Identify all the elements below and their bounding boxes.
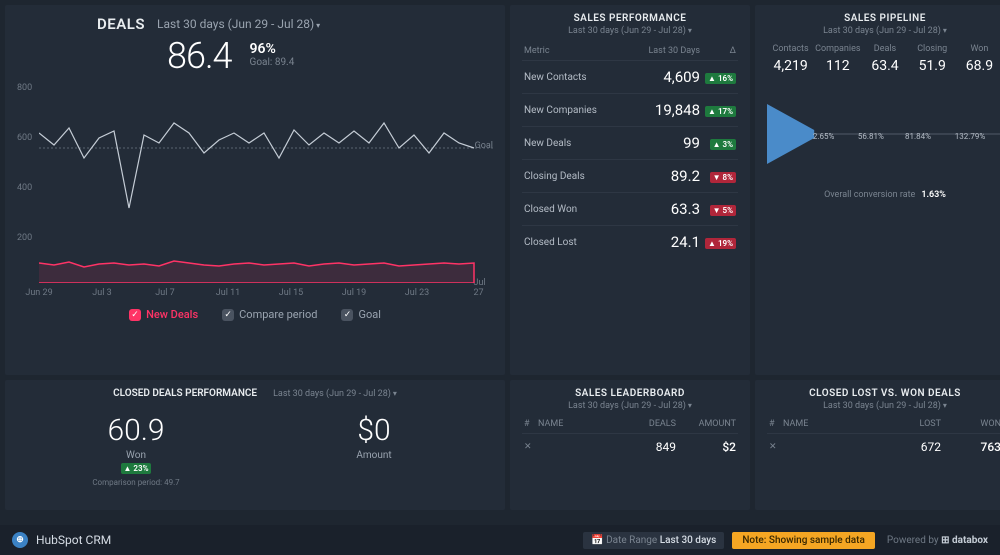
- closed-won-value: 60.9: [17, 413, 255, 448]
- perf-row: New Deals99▲ 3%: [522, 126, 738, 159]
- closed-comparison: Comparison period: 49.7: [17, 478, 255, 487]
- legend-compare[interactable]: ✓Compare period: [222, 308, 317, 321]
- pipe-col: Deals: [861, 44, 908, 54]
- app-logo-icon: ⊕: [12, 532, 28, 548]
- powered-by: Powered by ⊞ databox: [887, 535, 988, 546]
- deals-goal: Goal: 89.4: [250, 57, 295, 68]
- pipe-col: Won: [956, 44, 1000, 54]
- closed-won-label: Won: [17, 450, 255, 461]
- col-rank: #: [769, 419, 783, 429]
- col-name: NAME: [538, 419, 616, 429]
- lostwon-range-selector[interactable]: Last 30 days (Jun 29 - Jul 28): [767, 401, 1000, 411]
- deals-chart: 800 600 400 200 Goal Jun 29 Jul 3 Jul 7 …: [17, 83, 493, 298]
- pipe-range-selector[interactable]: Last 30 days (Jun 29 - Jul 28): [767, 26, 1000, 36]
- ytick: 600: [17, 133, 32, 143]
- closed-amount-value: $0: [255, 413, 493, 448]
- col-won: WON: [941, 419, 1000, 429]
- ytick: 200: [17, 233, 32, 243]
- pipe-val: 68.9: [956, 58, 1000, 74]
- perf-row: Closing Deals89.2▼ 8%: [522, 159, 738, 192]
- perf-row: New Contacts4,609▲ 16%: [522, 60, 738, 93]
- sample-data-badge: Note: Showing sample data: [732, 532, 875, 549]
- leaderboard-card: SALES LEADERBOARD Last 30 days (Jun 29 -…: [510, 380, 750, 510]
- closed-won-delta: ▲ 23%: [121, 463, 152, 474]
- perf-title: SALES PERFORMANCE: [522, 13, 738, 24]
- pipe-col: Companies: [814, 44, 861, 54]
- pipeline-funnel: 2.65% 56.81% 81.84% 132.79%: [767, 94, 1000, 174]
- sales-pipeline-card: SALES PIPELINE Last 30 days (Jun 29 - Ju…: [755, 5, 1000, 375]
- deals-pct: 96%: [250, 41, 295, 57]
- xtick: Jun 29: [25, 288, 52, 298]
- col-name: NAME: [783, 419, 881, 429]
- deals-title: DEALS: [97, 15, 145, 33]
- xtick: Jul 27: [474, 278, 487, 298]
- xtick: Jul 19: [342, 288, 366, 298]
- leader-title: SALES LEADERBOARD: [522, 388, 738, 399]
- lostwon-title: CLOSED LOST VS. WON DEALS: [767, 388, 1000, 399]
- funnel-pct: 2.65%: [813, 132, 834, 141]
- closed-range-selector[interactable]: Last 30 days (Jun 29 - Jul 28): [273, 389, 397, 399]
- funnel-pct: 81.84%: [905, 132, 931, 141]
- ytick: 400: [17, 183, 32, 193]
- col-amount: AMOUNT: [676, 419, 736, 429]
- closed-deals-card: CLOSED DEALS PERFORMANCE Last 30 days (J…: [5, 380, 505, 510]
- deals-card: DEALS Last 30 days (Jun 29 - Jul 28) 86.…: [5, 5, 505, 375]
- table-row: ✕ 849 $2: [522, 433, 738, 460]
- ytick: 800: [17, 83, 32, 93]
- perf-row: Closed Won63.3▼ 5%: [522, 192, 738, 225]
- col-last: Last 30 Days: [630, 46, 700, 56]
- col-rank: #: [524, 419, 538, 429]
- legend-new-deals[interactable]: ✓New Deals: [129, 308, 198, 321]
- funnel-pct: 132.79%: [955, 132, 985, 141]
- deals-range-selector[interactable]: Last 30 days (Jun 29 - Jul 28): [157, 17, 320, 31]
- pipe-val: 51.9: [909, 58, 956, 74]
- date-range-selector[interactable]: 📅 Date Range Last 30 days: [583, 532, 724, 549]
- col-deals: DEALS: [616, 419, 676, 429]
- deals-value: 86.4: [167, 35, 232, 77]
- pipe-title: SALES PIPELINE: [767, 13, 1000, 24]
- col-delta: Δ: [700, 46, 736, 56]
- app-name: HubSpot CRM: [36, 533, 111, 547]
- pipe-val: 112: [814, 58, 861, 74]
- closed-amount-label: Amount: [255, 450, 493, 461]
- perf-range-selector[interactable]: Last 30 days (Jun 29 - Jul 28): [522, 26, 738, 36]
- footer: ⊕ HubSpot CRM 📅 Date Range Last 30 days …: [0, 525, 1000, 555]
- col-lost: LOST: [881, 419, 941, 429]
- overall-conversion: Overall conversion rate1.63%: [767, 190, 1000, 200]
- lost-won-card: CLOSED LOST VS. WON DEALS Last 30 days (…: [755, 380, 1000, 510]
- pipe-val: 63.4: [861, 58, 908, 74]
- pipe-col: Contacts: [767, 44, 814, 54]
- pipe-col: Closing: [909, 44, 956, 54]
- xtick: Jul 23: [405, 288, 429, 298]
- table-row: ✕ 672 763: [767, 433, 1000, 460]
- perf-row: New Companies19,848▲ 17%: [522, 93, 738, 126]
- funnel-pct: 56.81%: [858, 132, 884, 141]
- leader-range-selector[interactable]: Last 30 days (Jun 29 - Jul 28): [522, 401, 738, 411]
- pipe-val: 4,219: [767, 58, 814, 74]
- xtick: Jul 3: [92, 288, 111, 298]
- closed-title: CLOSED DEALS PERFORMANCE: [113, 388, 257, 399]
- legend-goal[interactable]: ✓Goal: [341, 308, 380, 321]
- xtick: Jul 7: [155, 288, 174, 298]
- xtick: Jul 11: [216, 288, 240, 298]
- perf-row: Closed Lost24.1▲ 19%: [522, 225, 738, 258]
- sales-performance-card: SALES PERFORMANCE Last 30 days (Jun 29 -…: [510, 5, 750, 375]
- xtick: Jul 15: [279, 288, 303, 298]
- col-metric: Metric: [524, 46, 630, 56]
